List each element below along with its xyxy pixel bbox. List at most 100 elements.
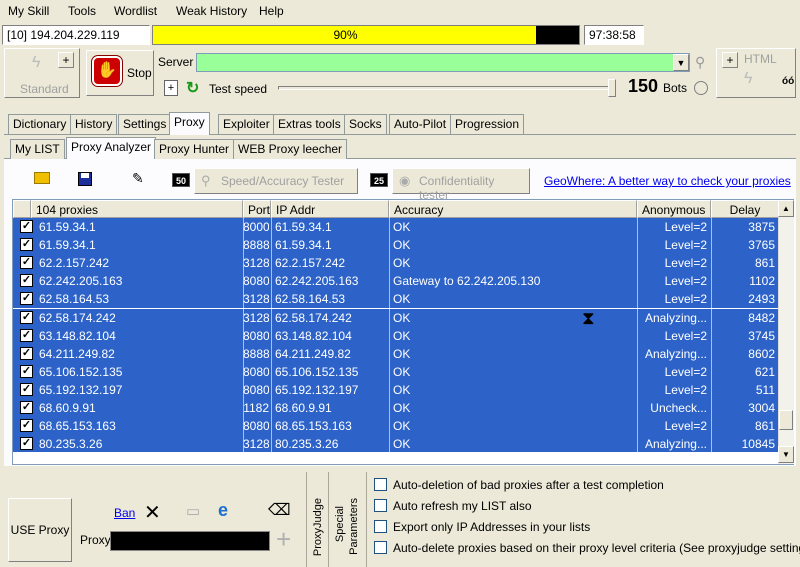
checkbox[interactable] xyxy=(374,541,387,554)
tab-proxyjudge[interactable]: ProxyJudge xyxy=(312,498,324,556)
tab-progression[interactable]: Progression xyxy=(450,114,525,134)
menu-my-skill[interactable]: My Skill xyxy=(8,4,49,18)
tab-proxy[interactable]: Proxy xyxy=(169,112,210,135)
header-delay[interactable]: Delay xyxy=(711,200,779,218)
row-checkbox[interactable]: ✓ xyxy=(20,419,33,433)
refresh-arrow-icon[interactable]: ↻ xyxy=(186,78,199,98)
menu-wordlist[interactable]: Wordlist xyxy=(114,4,157,18)
table-row[interactable]: ✓ 61.59.34.1 8888 61.59.34.1 OK Level=2 3765 xyxy=(13,236,779,255)
cell-port: 3128 xyxy=(243,437,269,452)
checkbox[interactable] xyxy=(374,499,387,512)
cell-port: 8080 xyxy=(243,382,269,397)
menu-weak-history[interactable]: Weak History xyxy=(176,4,247,18)
test-speed-label: Test speed xyxy=(209,82,268,96)
table-row[interactable]: ✓ 80.235.3.26 3128 80.235.3.26 OK Analyzing..… xyxy=(13,435,779,454)
cell-anon: Level=2 xyxy=(664,328,707,343)
table-row[interactable]: ✓ 62.58.164.53 3128 62.58.164.53 OK Level=2 24… xyxy=(13,290,779,309)
proxy-input[interactable] xyxy=(110,531,270,551)
table-row[interactable]: ✓ 65.106.152.135 8080 65.106.152.135 OK Level… xyxy=(13,362,779,381)
server-input[interactable] xyxy=(196,53,690,72)
cell-port: 8080 xyxy=(243,364,269,379)
checkbox[interactable] xyxy=(374,520,387,533)
internet-explorer-icon[interactable]: e xyxy=(218,500,228,521)
slider-thumb[interactable] xyxy=(608,79,616,97)
row-checkbox[interactable]: ✓ xyxy=(20,292,33,306)
threads-50-badge[interactable]: 50 xyxy=(172,173,190,187)
header-ip-addr[interactable]: IP Addr xyxy=(271,200,389,218)
tab-settings[interactable]: Settings xyxy=(118,114,172,134)
header-proxies[interactable]: 104 proxies xyxy=(31,200,243,218)
row-checkbox[interactable]: ✓ xyxy=(20,274,33,288)
tab-proxy-hunter[interactable]: Proxy Hunter xyxy=(154,139,235,159)
speed-slider[interactable] xyxy=(278,86,612,90)
scroll-up-icon[interactable]: ▲ xyxy=(778,200,794,217)
threads-25-badge[interactable]: 25 xyxy=(370,173,388,187)
row-checkbox[interactable]: ✓ xyxy=(20,346,33,360)
tab-dictionary[interactable]: Dictionary xyxy=(8,114,72,134)
open-folder-icon[interactable] xyxy=(34,172,50,184)
option-auto-delete-level[interactable]: Auto-delete proxies based on their proxy… xyxy=(374,541,800,555)
table-row[interactable]: ✓ 61.59.34.1 8000 61.59.34.1 OK Level=2 3875 xyxy=(13,218,779,236)
divider xyxy=(306,472,307,567)
table-row[interactable]: ✓ 62.242.205.163 8080 62.242.205.163 Gateway… xyxy=(13,272,779,291)
bots-radio[interactable] xyxy=(694,81,708,95)
row-checkbox[interactable]: ✓ xyxy=(20,382,33,396)
search-icon[interactable]: ⚲ xyxy=(695,54,705,71)
delete-icon[interactable]: ✕ xyxy=(144,500,161,525)
header-anonymous[interactable]: Anonymous xyxy=(637,200,711,218)
cell-ip: 65.192.132.197 xyxy=(275,382,359,397)
table-row[interactable]: ✓ 63.148.82.104 8080 63.148.82.104 OK Level=2… xyxy=(13,326,779,345)
chevron-down-icon[interactable]: ▼ xyxy=(673,54,689,71)
row-checkbox[interactable]: ✓ xyxy=(20,238,33,252)
tab-extras-tools[interactable]: Extras tools xyxy=(273,114,346,134)
scroll-down-icon[interactable]: ▼ xyxy=(778,446,794,463)
row-checkbox[interactable]: ✓ xyxy=(20,256,33,270)
tab-proxy-analyzer[interactable]: Proxy Analyzer xyxy=(66,137,157,159)
table-row[interactable]: ✓ 64.211.249.82 8888 64.211.249.82 OK Analyzi… xyxy=(13,344,779,363)
pipette-icon[interactable]: ✎ xyxy=(132,170,144,187)
row-checkbox[interactable]: ✓ xyxy=(20,328,33,342)
broom-icon[interactable]: ⌫ xyxy=(268,500,291,520)
tab-web-proxy-leecher[interactable]: WEB Proxy leecher xyxy=(233,139,348,159)
tab-exploiter[interactable]: Exploiter xyxy=(218,114,275,134)
checkbox[interactable] xyxy=(374,478,387,491)
oc-icon[interactable]: óó xyxy=(782,76,794,87)
speed-accuracy-tester-button[interactable]: ⚲ Speed/Accuracy Tester xyxy=(194,168,358,194)
option-auto-refresh[interactable]: Auto refresh my LIST also xyxy=(374,499,532,513)
standard-plus-button[interactable]: + xyxy=(58,52,74,68)
tab-auto-pilot[interactable]: Auto-Pilot xyxy=(389,114,452,134)
computer-icon[interactable]: ▭ xyxy=(186,502,200,520)
tab-history[interactable]: History xyxy=(70,114,118,134)
ban-link[interactable]: Ban xyxy=(114,506,135,520)
option-label: Auto refresh my LIST also xyxy=(393,499,532,513)
menu-help[interactable]: Help xyxy=(259,4,284,18)
row-checkbox[interactable]: ✓ xyxy=(20,310,33,324)
row-checkbox[interactable]: ✓ xyxy=(20,220,33,233)
option-export-ip-only[interactable]: Export only IP Addresses in your lists xyxy=(374,520,590,534)
row-checkbox[interactable]: ✓ xyxy=(20,401,33,414)
tab-special[interactable]: Special xyxy=(334,506,346,542)
add-page-icon[interactable]: + xyxy=(164,80,178,96)
add-proxy-icon[interactable]: + xyxy=(276,524,291,555)
header-accuracy[interactable]: Accuracy xyxy=(389,200,637,218)
table-row[interactable]: ✓ 68.65.153.163 8080 68.65.153.163 OK Level=2… xyxy=(13,417,779,436)
header-port[interactable]: Port xyxy=(243,200,271,218)
table-row[interactable]: ✓ 65.192.132.197 8080 65.192.132.197 OK Level… xyxy=(13,380,779,399)
tab-parameters[interactable]: Parameters xyxy=(348,498,360,555)
row-checkbox[interactable]: ✓ xyxy=(20,364,33,378)
table-row[interactable]: ✓ 62.58.174.242 3128 62.58.174.242 OK Analyzi… xyxy=(13,308,779,327)
html-plus-button[interactable]: + xyxy=(722,52,738,68)
table-row[interactable]: ✓ 62.2.157.242 3128 62.2.157.242 OK Level=2 86… xyxy=(13,254,779,273)
menu-tools[interactable]: Tools xyxy=(68,4,96,18)
table-row[interactable]: ✓ 68.60.9.91 1182 68.60.9.91 OK Uncheck... 300… xyxy=(13,399,779,417)
cell-proxy: 65.106.152.135 xyxy=(39,364,123,379)
scroll-thumb[interactable] xyxy=(779,410,793,430)
option-auto-delete-bad[interactable]: Auto-deletion of bad proxies after a tes… xyxy=(374,478,664,492)
use-proxy-button[interactable]: USE Proxy xyxy=(8,498,72,562)
column-separator xyxy=(389,417,390,436)
row-checkbox[interactable]: ✓ xyxy=(20,437,33,451)
geowhere-link[interactable]: GeoWhere: A better way to check your pro… xyxy=(544,174,791,188)
confidentiality-tester-button[interactable]: ◉ Confidentiality tester xyxy=(392,168,530,202)
tab-my-list[interactable]: My LIST xyxy=(10,139,65,159)
tab-socks[interactable]: Socks xyxy=(344,114,387,134)
